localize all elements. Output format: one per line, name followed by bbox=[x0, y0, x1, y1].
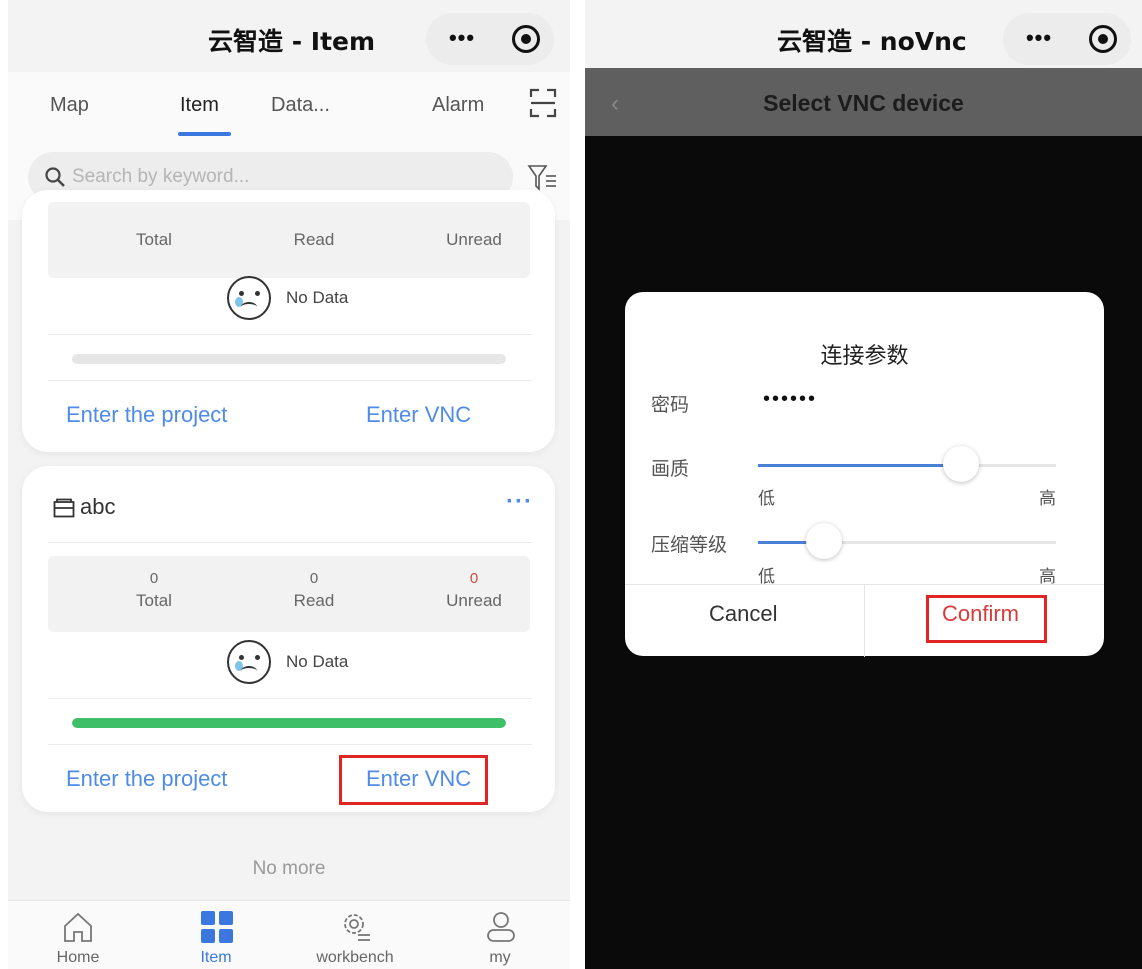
highlight-box bbox=[926, 595, 1047, 643]
target-icon[interactable] bbox=[1089, 25, 1117, 53]
nav-header: ‹ Select VNC device bbox=[585, 68, 1142, 136]
stat-read-label: Read bbox=[293, 230, 335, 249]
slider-low-label: 低 bbox=[758, 489, 775, 509]
tab-item[interactable]: Item bbox=[180, 94, 219, 117]
quality-slider[interactable] bbox=[758, 446, 1056, 482]
password-label: 密码 bbox=[651, 394, 690, 416]
stat-total: 0 Total bbox=[94, 570, 214, 611]
project-icon bbox=[53, 498, 75, 518]
compression-label: 压缩等级 bbox=[651, 534, 728, 556]
slider-high-label: 高 bbox=[1039, 489, 1056, 509]
bottom-nav: Home Item workbench my bbox=[8, 900, 570, 969]
quality-label: 画质 bbox=[651, 458, 690, 480]
slider-thumb[interactable] bbox=[805, 523, 842, 559]
password-field[interactable]: •••••• bbox=[763, 388, 817, 411]
message-stats: 0 Total 0 Read 0 Unread bbox=[48, 556, 530, 632]
grid-icon bbox=[201, 911, 233, 943]
stat-read: 0 Read bbox=[254, 570, 374, 611]
enter-project-link[interactable]: Enter the project bbox=[66, 402, 227, 428]
button-separator bbox=[864, 585, 865, 657]
connection-params-dialog: 连接参数 密码 •••••• 画质 低 高 压缩等级 低 高 Cancel Co… bbox=[625, 292, 1104, 657]
slider-thumb[interactable] bbox=[942, 446, 979, 482]
header-title: Select VNC device bbox=[763, 90, 964, 116]
stat-unread: 0 Unread bbox=[414, 570, 534, 611]
ellipsis-icon[interactable]: ••• bbox=[1019, 21, 1059, 55]
stat-total-value: 0 bbox=[149, 570, 159, 587]
sad-face-icon bbox=[227, 640, 271, 684]
divider bbox=[48, 334, 532, 335]
active-tab-indicator bbox=[178, 132, 231, 136]
dialog-title: 连接参数 bbox=[820, 344, 909, 369]
ellipsis-icon[interactable]: ••• bbox=[442, 21, 482, 55]
title-bar: 云智造 - Item ••• bbox=[8, 0, 570, 72]
no-data-text: No Data bbox=[286, 652, 349, 671]
item-screen: 云智造 - Item ••• Map Item Data... Alarm Se… bbox=[8, 0, 570, 969]
project-card-abc: abc ··· 0 Total 0 Read 0 Unread No Data … bbox=[22, 466, 555, 812]
tab-alarm[interactable]: Alarm bbox=[432, 94, 484, 117]
target-icon[interactable] bbox=[512, 25, 540, 53]
nav-label: Item bbox=[200, 949, 232, 966]
project-card: Total Read Unread No Data Enter the proj… bbox=[22, 190, 555, 452]
compression-slider[interactable] bbox=[758, 523, 1056, 559]
stat-total-label: Total bbox=[136, 230, 172, 249]
nav-label: workbench bbox=[316, 949, 394, 966]
progress-fill bbox=[72, 718, 506, 728]
dialog-footer: Cancel Confirm bbox=[625, 584, 1104, 657]
nav-label: Home bbox=[56, 949, 100, 966]
stat-read-label: Read bbox=[293, 591, 335, 610]
mini-program-capsule: ••• bbox=[1003, 13, 1131, 65]
cancel-button[interactable]: Cancel bbox=[709, 601, 777, 627]
workbench-gear-icon bbox=[344, 914, 370, 941]
search-input[interactable] bbox=[72, 160, 492, 194]
page-title: 云智造 - noVnc bbox=[777, 27, 967, 56]
sad-face-icon bbox=[227, 276, 271, 320]
user-icon bbox=[487, 912, 515, 942]
divider bbox=[48, 380, 532, 381]
no-data-text: No Data bbox=[286, 288, 349, 307]
mini-program-capsule: ••• bbox=[426, 13, 554, 65]
stat-total-label: Total bbox=[136, 591, 172, 610]
slider-fill bbox=[758, 464, 961, 467]
title-bar: 云智造 - noVnc ••• bbox=[585, 0, 1142, 68]
tab-bar: Map Item Data... Alarm bbox=[8, 72, 570, 140]
divider bbox=[48, 744, 532, 745]
enter-vnc-link[interactable]: Enter VNC bbox=[366, 402, 471, 428]
stat-unread-value: 0 bbox=[469, 570, 479, 587]
page-title: 云智造 - Item bbox=[208, 27, 376, 56]
nav-label: my bbox=[489, 949, 511, 966]
progress-bar bbox=[72, 354, 506, 364]
stat-unread-label: Unread bbox=[446, 591, 502, 610]
tab-map[interactable]: Map bbox=[50, 94, 89, 117]
stat-unread-label: Unread bbox=[446, 230, 502, 249]
highlight-box bbox=[339, 755, 488, 805]
divider bbox=[48, 542, 532, 543]
novnc-screen: 云智造 - noVnc ••• ‹ Select VNC device 连接参数… bbox=[585, 0, 1142, 969]
divider bbox=[48, 698, 532, 699]
search-icon bbox=[45, 167, 65, 187]
tab-data[interactable]: Data... bbox=[271, 94, 330, 117]
list-end-text: No more bbox=[252, 858, 326, 879]
enter-project-link[interactable]: Enter the project bbox=[66, 766, 227, 792]
message-stats: Total Read Unread bbox=[48, 202, 530, 278]
scan-icon[interactable] bbox=[528, 86, 558, 120]
progress-bar bbox=[72, 718, 506, 728]
card-more-icon[interactable]: ··· bbox=[506, 488, 533, 516]
stat-read-value: 0 bbox=[309, 570, 319, 587]
project-name: abc bbox=[80, 494, 116, 519]
home-icon bbox=[64, 912, 92, 942]
